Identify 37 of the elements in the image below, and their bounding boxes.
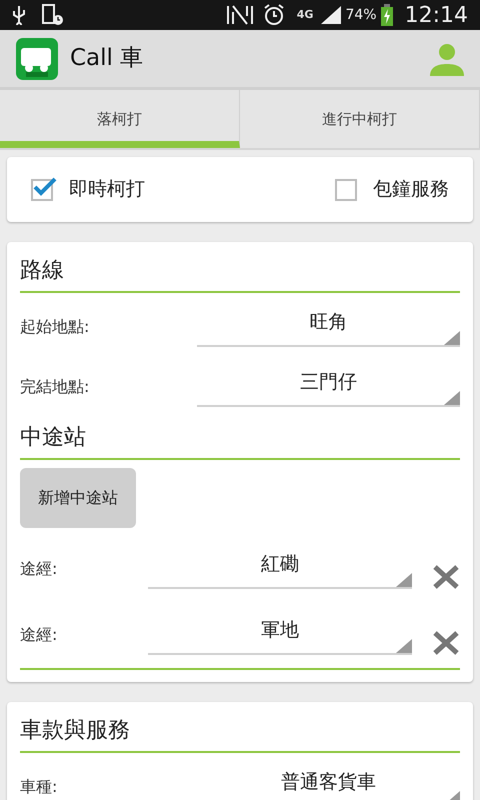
signal-icon xyxy=(321,6,342,24)
dropdown-arrow-icon xyxy=(396,573,412,587)
field-label: 途經: xyxy=(20,558,58,580)
clock-time: 12:14 xyxy=(404,2,468,30)
battery-charging-icon xyxy=(380,4,393,26)
section-title: 車款與服務 xyxy=(20,718,130,743)
screen-clock-icon xyxy=(42,4,64,26)
field-label: 車種: xyxy=(20,776,58,798)
dropdown-arrow-icon xyxy=(444,331,460,345)
dropdown-field[interactable]: 普通客貨車 xyxy=(197,767,460,800)
dropdown-field[interactable]: 軍地 xyxy=(148,615,412,655)
dropdown-field[interactable]: 三門仔 xyxy=(197,367,460,407)
usb-icon xyxy=(12,5,26,25)
alarm-clock-icon xyxy=(262,4,285,26)
close-icon[interactable] xyxy=(432,630,460,656)
network-label: 4G xyxy=(296,6,314,23)
user-profile-icon xyxy=(430,42,464,76)
field-label: 起始地點: xyxy=(20,316,90,338)
section-title: 中途站 xyxy=(20,425,86,450)
checkbox-label: 包鐘服務 xyxy=(373,177,449,202)
tab[interactable]: 進行中柯打 xyxy=(240,90,480,148)
dropdown-arrow-icon xyxy=(396,639,412,653)
dropdown-field[interactable]: 旺角 xyxy=(197,307,460,347)
check-icon xyxy=(33,176,57,196)
app-title: Call 車 xyxy=(70,44,144,74)
close-icon[interactable] xyxy=(432,564,460,590)
checkbox-label: 即時柯打 xyxy=(69,177,145,202)
dropdown-field[interactable]: 紅磡 xyxy=(148,549,412,589)
section-title: 路線 xyxy=(20,258,64,283)
field-label: 途經: xyxy=(20,624,58,646)
checkbox[interactable] xyxy=(335,178,357,200)
dropdown-arrow-icon xyxy=(444,391,460,405)
battery-percent: 74% xyxy=(345,6,377,24)
app-logo-icon xyxy=(16,38,58,80)
add-stop-button[interactable]: 新增中途站 xyxy=(20,468,136,528)
tab[interactable]: 落柯打 xyxy=(0,90,240,148)
field-label: 完結地點: xyxy=(20,376,90,398)
